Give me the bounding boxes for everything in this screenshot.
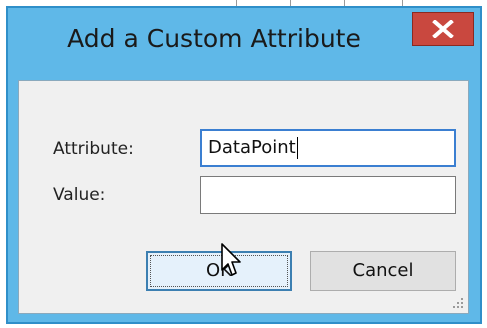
ok-focus-rect	[150, 255, 288, 287]
mouse-pointer-icon	[221, 243, 241, 276]
close-button[interactable]	[412, 12, 474, 46]
custom-attribute-dialog: Add a Custom Attribute Attribute: DataPo…	[6, 6, 482, 324]
value-input[interactable]	[200, 176, 456, 214]
resize-grip-icon[interactable]	[452, 297, 464, 309]
text-caret	[296, 137, 298, 159]
cancel-button-label: Cancel	[352, 260, 414, 281]
cancel-button[interactable]: Cancel	[310, 251, 456, 291]
value-label: Value:	[53, 185, 106, 205]
attribute-label: Attribute:	[53, 139, 134, 159]
attribute-input[interactable]: DataPoint	[200, 129, 456, 167]
attribute-input-text: DataPoint	[208, 137, 296, 158]
dialog-title: Add a Custom Attribute	[67, 24, 361, 53]
close-x-icon	[432, 20, 454, 38]
ok-button[interactable]: OK	[146, 251, 292, 291]
